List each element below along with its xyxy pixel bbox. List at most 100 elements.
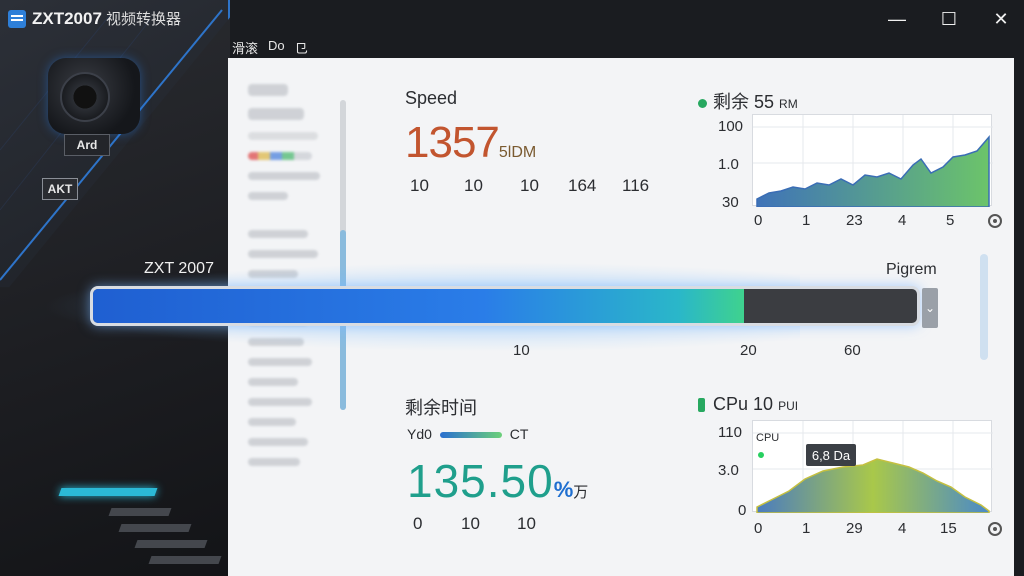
remain-xtick: 0 xyxy=(754,212,763,229)
app-title-sub: 视频转换器 xyxy=(105,11,181,28)
time-value-row: 135.50%万 xyxy=(407,454,588,508)
time-unit-suffix: 万 xyxy=(573,484,589,501)
speed-value: 1357 xyxy=(405,118,500,167)
app-logo-icon xyxy=(8,10,26,28)
remain-chart-legend: 剩余 55 RM xyxy=(698,88,798,114)
remain-legend-unit: RM xyxy=(779,97,798,111)
progress-fill xyxy=(93,289,744,323)
akt-badge[interactable]: AKT xyxy=(42,178,78,200)
remain-xtick: 4 xyxy=(898,212,907,229)
remain-ytick: 100 xyxy=(718,118,744,135)
cpu-legend-unit: PUI xyxy=(778,399,799,413)
time-legend: Yd0 CT xyxy=(407,426,528,442)
conversion-progress-bar[interactable] xyxy=(90,286,920,326)
close-button[interactable]: ✕ xyxy=(984,6,1018,32)
cpu-legend-text: CPu 10 xyxy=(713,394,774,414)
cpu-inner-label: CPU xyxy=(756,432,780,444)
stripe xyxy=(134,540,208,548)
menu-item[interactable]: 滑滚 xyxy=(232,38,258,57)
list-item[interactable] xyxy=(248,458,300,466)
speed-number: 10 xyxy=(520,176,539,195)
list-item[interactable] xyxy=(248,438,308,446)
time-number: 10 xyxy=(517,514,536,533)
list-item[interactable] xyxy=(248,358,312,366)
progress-tick: 10 xyxy=(513,342,530,359)
speed-number: 164 xyxy=(568,176,597,195)
speed-unit: 5lDM xyxy=(498,144,537,161)
speed-numbers: 10 10 10 164 116 xyxy=(410,176,649,196)
cpu-chart-legend: CPu 10 PUI xyxy=(698,394,798,415)
cpu-xtick: 4 xyxy=(898,520,907,537)
progress-left-label: ZXT 2007 xyxy=(144,260,214,277)
list-item[interactable] xyxy=(248,108,304,120)
cpu-ytick: 110 xyxy=(718,424,742,441)
remain-ytick: 1.0 xyxy=(718,156,739,173)
list-item[interactable] xyxy=(248,378,298,386)
cpu-chart xyxy=(752,420,993,514)
list-item[interactable] xyxy=(248,250,318,258)
list-item[interactable] xyxy=(248,418,296,426)
list-item[interactable] xyxy=(248,84,288,96)
remain-chart xyxy=(752,114,993,208)
cpu-settings-icon[interactable] xyxy=(988,522,1002,536)
cpu-ytick: 3.0 xyxy=(718,462,739,479)
list-item[interactable] xyxy=(248,132,318,140)
speed-number: 116 xyxy=(622,176,650,195)
stripe xyxy=(148,556,222,564)
right-scrollbar[interactable] xyxy=(980,254,988,360)
list-item[interactable] xyxy=(248,192,288,200)
cpu-xtick: 1 xyxy=(802,520,811,537)
list-item[interactable] xyxy=(248,230,308,238)
list-item[interactable] xyxy=(248,172,320,180)
time-numbers: 0 10 10 xyxy=(413,514,536,534)
speed-value-row: 13575lDM xyxy=(405,118,536,168)
progress-tick: 60 xyxy=(844,342,861,359)
cpu-xtick: 15 xyxy=(940,520,957,537)
app-title: ZXT2007 视频转换器 xyxy=(32,8,181,29)
remain-area xyxy=(756,134,990,208)
remain-ytick: 30 xyxy=(722,194,739,211)
speed-title: Speed xyxy=(405,88,458,108)
remain-chart-svg xyxy=(753,115,993,208)
remain-settings-icon[interactable] xyxy=(988,214,1002,228)
progress-tick: 20 xyxy=(740,342,757,359)
time-legend-right: CT xyxy=(509,426,529,442)
stripe xyxy=(118,524,192,532)
app-title-text: ZXT2007 xyxy=(32,9,102,28)
decorative-stripes xyxy=(40,478,230,576)
cpu-xtick: 0 xyxy=(754,520,763,537)
speed-number: 10 xyxy=(464,176,483,195)
maximize-button[interactable]: ☐ xyxy=(932,6,966,32)
stripe xyxy=(108,508,172,516)
time-legend-left: Yd0 xyxy=(407,426,432,442)
cpu-marker xyxy=(758,452,764,458)
progress-right-label: Pigrem xyxy=(886,261,937,278)
cpu-tooltip: 6,8 Da xyxy=(806,444,856,466)
speed-number: 10 xyxy=(410,176,429,195)
remain-legend-text: 剩余 55 xyxy=(713,92,775,112)
remain-xtick: 1 xyxy=(802,212,811,229)
time-value: 135.50 xyxy=(407,455,554,507)
menu-bar: 滑滚 Do 㔾 xyxy=(232,38,308,57)
list-item[interactable] xyxy=(248,398,312,406)
cpu-xtick: 29 xyxy=(846,520,863,537)
time-legend-swatch xyxy=(439,432,502,439)
time-number: 10 xyxy=(461,514,480,533)
progress-dropdown-button[interactable]: ⌄ xyxy=(922,288,938,328)
time-number: 0 xyxy=(413,514,423,533)
menu-item[interactable]: 㔾 xyxy=(295,38,308,57)
minimize-button[interactable]: — xyxy=(880,6,914,32)
legend-dot-icon xyxy=(698,98,707,108)
remain-xtick: 5 xyxy=(946,212,955,229)
device-image xyxy=(48,58,140,134)
cpu-area xyxy=(756,458,990,514)
device-label: Ard xyxy=(64,134,110,156)
time-unit: % xyxy=(553,477,574,502)
cpu-chart-svg xyxy=(753,421,993,514)
remain-xtick: 23 xyxy=(846,212,863,229)
stripe-highlight xyxy=(58,488,158,496)
time-title: 剩余时间 xyxy=(405,398,477,418)
list-item[interactable] xyxy=(248,152,312,160)
menu-item[interactable]: Do xyxy=(268,38,285,57)
cpu-ytick: 0 xyxy=(738,502,747,519)
